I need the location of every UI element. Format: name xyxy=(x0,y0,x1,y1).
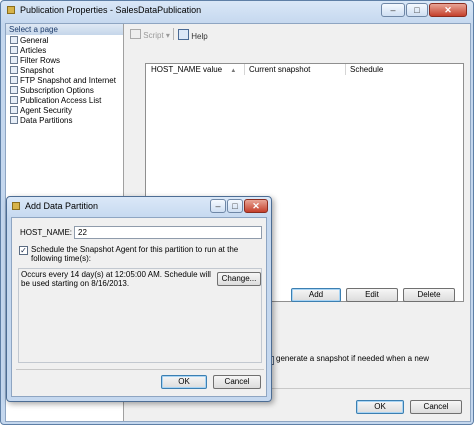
column-header-current-snapshot[interactable]: Current snapshot xyxy=(246,64,346,75)
dialog-minimize-button[interactable]: – xyxy=(210,199,226,213)
minimize-button[interactable]: – xyxy=(381,3,405,17)
dialog-ok-button[interactable]: OK xyxy=(161,375,207,389)
nav-item-articles[interactable]: Articles xyxy=(10,46,122,56)
schedule-snapshot-label: Schedule the Snapshot Agent for this par… xyxy=(31,245,239,263)
page-icon xyxy=(10,76,18,84)
nav-item-publication-access-list[interactable]: Publication Access List xyxy=(10,96,122,106)
ok-button[interactable]: OK xyxy=(356,400,404,414)
add-data-partition-dialog: Add Data Partition – □ ✕ HOST_NAME: 22 ✓… xyxy=(6,196,272,402)
page-icon xyxy=(10,36,18,44)
dialog-app-icon xyxy=(12,202,20,210)
nav-item-general[interactable]: General xyxy=(10,36,122,46)
app-icon xyxy=(7,6,15,14)
nav-item-agent-security[interactable]: Agent Security xyxy=(10,106,122,116)
window-title: Publication Properties - SalesDataPublic… xyxy=(20,5,202,15)
page-icon xyxy=(10,66,18,74)
dropdown-arrow-icon: ▾ xyxy=(165,31,170,40)
sort-ascending-icon: ▲ xyxy=(230,68,237,74)
change-schedule-button[interactable]: Change... xyxy=(217,272,261,286)
page-icon xyxy=(10,46,18,54)
nav-item-subscription-options[interactable]: Subscription Options xyxy=(10,86,122,96)
schedule-snapshot-checkbox[interactable]: ✓ xyxy=(19,246,28,255)
maximize-button[interactable]: □ xyxy=(406,3,428,17)
script-icon xyxy=(130,29,141,39)
cancel-button[interactable]: Cancel xyxy=(410,400,462,414)
dialog-maximize-button[interactable]: □ xyxy=(227,199,243,213)
auto-generate-snapshot-label: generate a snapshot if needed when a new xyxy=(276,354,430,363)
dialog-close-button[interactable]: ✕ xyxy=(244,199,268,213)
help-icon xyxy=(178,29,189,40)
nav-item-filter-rows[interactable]: Filter Rows xyxy=(10,56,122,66)
check-mark-icon: ✓ xyxy=(20,246,27,255)
script-button[interactable]: Script ▾ xyxy=(130,29,170,40)
schedule-description: Occurs every 14 day(s) at 12:05:00 AM. S… xyxy=(21,270,211,288)
dialog-client-area: HOST_NAME: 22 ✓ Schedule the Snapshot Ag… xyxy=(11,217,267,397)
close-button[interactable]: ✕ xyxy=(429,3,467,17)
nav-item-data-partitions[interactable]: Data Partitions xyxy=(10,116,122,126)
add-button[interactable]: Add xyxy=(291,288,341,302)
toolbar-separator xyxy=(173,28,174,40)
page-icon xyxy=(10,86,18,94)
dialog-footer-separator xyxy=(16,369,264,370)
column-header-schedule[interactable]: Schedule xyxy=(347,64,463,75)
nav-item-ftp-snapshot[interactable]: FTP Snapshot and Internet xyxy=(10,76,122,86)
page-icon xyxy=(10,116,18,124)
delete-button[interactable]: Delete xyxy=(403,288,455,302)
dialog-cancel-button[interactable]: Cancel xyxy=(213,375,261,389)
help-button[interactable]: Help xyxy=(178,29,208,41)
page-icon xyxy=(10,56,18,64)
column-header-host-name[interactable]: HOST_NAME value ▲ xyxy=(148,64,245,75)
dialog-title: Add Data Partition xyxy=(25,201,99,211)
edit-button[interactable]: Edit xyxy=(346,288,398,302)
nav-item-snapshot[interactable]: Snapshot xyxy=(10,66,122,76)
page-icon xyxy=(10,106,18,114)
select-page-header: Select a page xyxy=(6,24,123,35)
host-name-label: HOST_NAME: xyxy=(20,228,73,237)
page-icon xyxy=(10,96,18,104)
host-name-input[interactable]: 22 xyxy=(74,226,262,239)
